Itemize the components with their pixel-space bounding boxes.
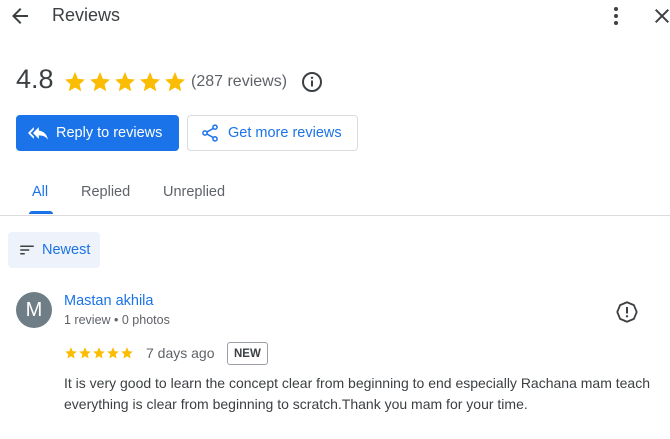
avatar: M: [16, 292, 52, 328]
star-icon: [65, 72, 85, 92]
star-icon: [140, 72, 160, 92]
new-badge: NEW: [227, 342, 268, 365]
star-icon: [107, 347, 119, 359]
reply-all-icon: [28, 123, 48, 143]
info-icon[interactable]: [300, 70, 324, 94]
star-icon: [93, 347, 105, 359]
tab-unreplied[interactable]: Unreplied: [163, 184, 225, 200]
sort-button[interactable]: Newest: [8, 232, 100, 268]
review-count: (287 reviews): [191, 73, 288, 90]
reply-to-reviews-label: Reply to reviews: [56, 125, 163, 141]
reviewer-meta: 1 review • 0 photos: [64, 313, 170, 327]
share-icon: [200, 123, 220, 143]
active-tab-indicator: [29, 211, 53, 214]
star-icon: [121, 347, 133, 359]
get-more-reviews-label: Get more reviews: [228, 125, 342, 141]
review-text: It is very good to learn the concept cle…: [64, 375, 650, 412]
star-icon: [165, 72, 185, 92]
sort-label: Newest: [42, 242, 91, 258]
report-icon[interactable]: [615, 300, 639, 324]
review-time: 7 days ago: [146, 345, 215, 361]
star-icon: [115, 72, 135, 92]
star-icon: [79, 347, 91, 359]
sort-icon: [18, 241, 36, 259]
review-stars: [64, 346, 134, 360]
page-title: Reviews: [52, 5, 121, 25]
tab-replied[interactable]: Replied: [81, 184, 130, 200]
reply-to-reviews-button[interactable]: Reply to reviews: [16, 115, 179, 151]
get-more-reviews-button[interactable]: Get more reviews: [187, 115, 358, 151]
star-icon: [90, 72, 110, 92]
tabs-divider: [0, 215, 670, 216]
close-icon[interactable]: [650, 4, 670, 28]
star-icon: [65, 347, 77, 359]
tab-all[interactable]: All: [32, 184, 48, 200]
reviewer-name[interactable]: Mastan akhila: [64, 293, 153, 309]
rating-stars: [63, 70, 187, 94]
back-arrow-icon[interactable]: [8, 4, 32, 28]
average-rating: 4.8: [16, 64, 54, 94]
more-options-icon[interactable]: [604, 4, 628, 28]
